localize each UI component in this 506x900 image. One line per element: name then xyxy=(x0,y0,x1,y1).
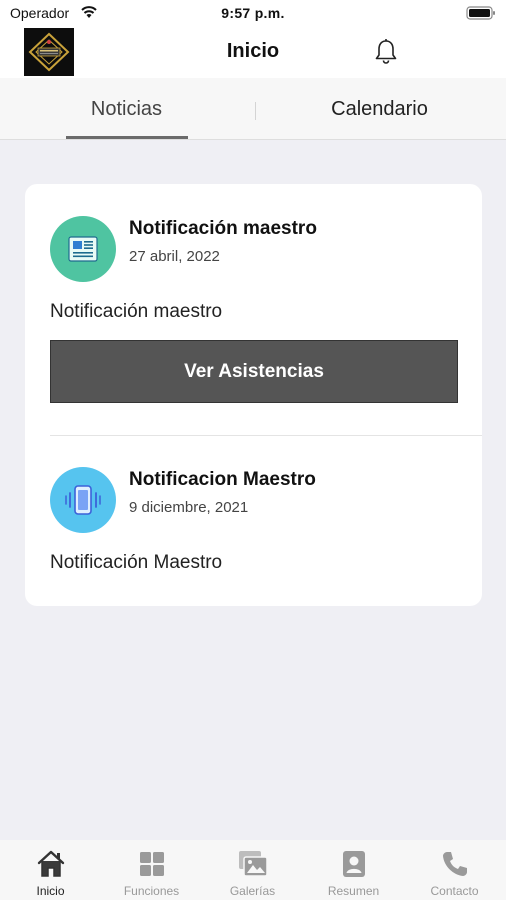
news-item-date: 27 abril, 2022 xyxy=(129,248,220,265)
news-item[interactable]: Notificación maestro 27 abril, 2022 Noti… xyxy=(25,184,482,435)
news-item-title: Notificación maestro xyxy=(129,218,317,239)
tabbar-label: Resumen xyxy=(327,884,380,898)
news-item[interactable]: Notificacion Maestro 9 diciembre, 2021 N… xyxy=(25,436,482,606)
news-item-avatar xyxy=(50,467,116,533)
tab-calendario[interactable]: Calendario xyxy=(253,78,506,140)
phone-vibrate-icon xyxy=(65,485,101,515)
news-item-date: 9 diciembre, 2021 xyxy=(129,499,249,516)
newspaper-icon xyxy=(68,236,98,262)
bell-icon[interactable] xyxy=(372,38,400,66)
ver-asistencias-button[interactable]: Ver Asistencias xyxy=(50,340,458,403)
tabbar-item-resumen[interactable]: Resumen xyxy=(303,840,404,900)
tabbar-item-inicio[interactable]: Inicio xyxy=(0,840,101,900)
grid-icon xyxy=(140,852,164,876)
bottom-tab-bar: Inicio Funciones Galerías Resumen Contac… xyxy=(0,840,506,900)
status-bar: Operador 9:57 p.m. xyxy=(0,0,506,28)
phone-icon xyxy=(443,852,467,876)
battery-icon xyxy=(466,6,495,20)
tabbar-label: Galerías xyxy=(229,884,276,898)
tabbar-label: Contacto xyxy=(430,884,479,898)
tabbar-item-funciones[interactable]: Funciones xyxy=(101,840,202,900)
home-icon xyxy=(37,850,65,877)
selected-tab-indicator xyxy=(66,136,188,139)
tab-noticias[interactable]: Noticias xyxy=(0,78,253,140)
news-item-body: Notificación Maestro xyxy=(50,552,223,573)
segment-tabs: Noticias Calendario xyxy=(0,78,506,140)
news-item-body: Notificación maestro xyxy=(50,301,223,322)
news-item-avatar xyxy=(50,216,116,282)
gallery-icon xyxy=(239,851,268,877)
page-title: Inicio xyxy=(226,40,280,62)
news-item-title: Notificacion Maestro xyxy=(129,469,316,490)
tabbar-item-contacto[interactable]: Contacto xyxy=(404,840,505,900)
profile-card-icon xyxy=(343,851,365,877)
navigation-bar: Inicio xyxy=(0,28,506,78)
tabbar-label: Funciones xyxy=(123,884,180,898)
news-card: Notificación maestro 27 abril, 2022 Noti… xyxy=(25,184,482,606)
status-time: 9:57 p.m. xyxy=(221,5,285,21)
tabbar-item-galerias[interactable]: Galerías xyxy=(202,840,303,900)
tabbar-label: Inicio xyxy=(36,884,65,898)
